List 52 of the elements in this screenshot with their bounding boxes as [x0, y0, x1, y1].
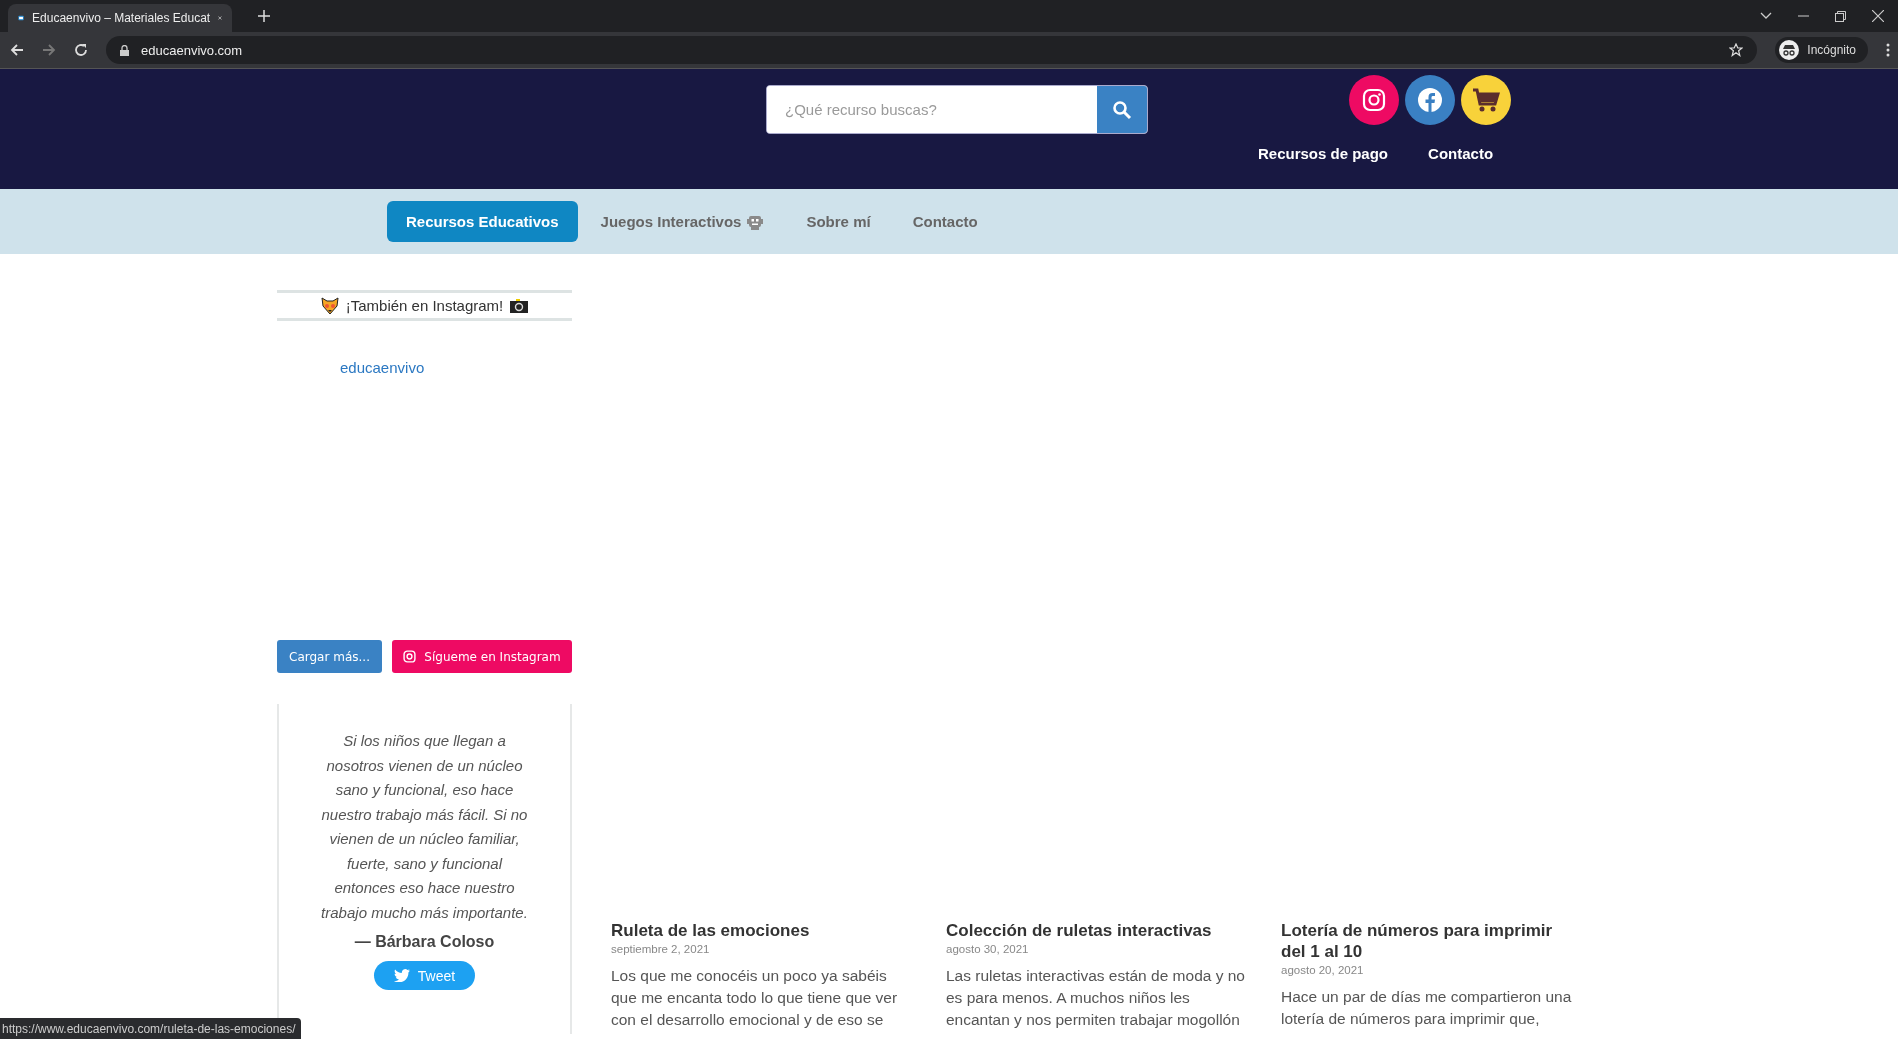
- load-more-button[interactable]: Cargar más...: [277, 640, 382, 673]
- close-window-icon[interactable]: [1872, 10, 1884, 22]
- nav-tab[interactable]: Sobre mí: [787, 201, 890, 242]
- plus-icon[interactable]: [258, 10, 270, 22]
- close-icon[interactable]: [218, 13, 222, 23]
- follow-instagram-button[interactable]: Sígueme en Instagram: [392, 640, 572, 673]
- restore-icon[interactable]: [1835, 10, 1846, 22]
- instagram-icon: [1362, 88, 1387, 112]
- incognito-icon: [1779, 40, 1800, 60]
- instagram-username-link[interactable]: educaenvivo: [340, 359, 572, 376]
- nav-tab[interactable]: Juegos Interactivos: [581, 200, 784, 243]
- forward-arrow-icon[interactable]: [42, 43, 56, 57]
- post-excerpt: Las ruletas interactivas están de moda y no es para menos. A muchos niños les encantan y nos permiten trabajar mogollón: [946, 966, 1246, 1030]
- bird-icon: [393, 969, 410, 982]
- more-vertical-icon[interactable]: [1886, 43, 1890, 57]
- search-icon: [1112, 99, 1132, 120]
- post-date: septiembre 2, 2021: [611, 943, 711, 955]
- camera-icon: [510, 298, 529, 313]
- post-date: agosto 20, 2021: [1281, 964, 1365, 976]
- instagram-heading: ¡También en Instagram!: [345, 297, 504, 314]
- incognito-profile-button[interactable]: Incógnito: [1775, 37, 1868, 63]
- reload-icon[interactable]: [74, 43, 88, 57]
- post-excerpt: Los que me conocéis un poco ya sabéis que me encanta todo lo que tiene que ver con el desarrollo emocional y de eso se: [611, 966, 899, 1030]
- search-field[interactable]: ¿Qué recurso buscas?: [766, 85, 1148, 134]
- instagram-button[interactable]: [1349, 75, 1400, 125]
- facebook-icon: [1417, 87, 1444, 113]
- post-title-link[interactable]: Lotería de números para imprimir del 1 al 10: [1281, 920, 1581, 962]
- quote-author: — Bárbara Coloso: [354, 933, 495, 951]
- post-excerpt: Hace un par de días me compartieron una lotería de números para imprimir que,: [1281, 987, 1573, 1029]
- quote-text: Si los niños que llegan a nosotros vienen de un núcleo sano y funcional, eso hace nuestro trabajo más fácil. Si no vienen de un núcleo familiar, fuerte, sano y funcional entonces eso hace nuestro trabajo mucho más importante.: [320, 731, 529, 923]
- browser-tab[interactable]: Educaenvivo – Materiales Educat: [8, 4, 232, 32]
- header-link[interactable]: Recursos de pago: [1258, 145, 1389, 162]
- header-link[interactable]: Contacto: [1428, 145, 1494, 162]
- cart-icon: [1472, 87, 1501, 113]
- instagram-icon: [403, 650, 417, 663]
- star-icon[interactable]: [1729, 43, 1744, 57]
- post-title-link[interactable]: Colección de ruletas interactivas: [946, 920, 1246, 941]
- address-bar[interactable]: educaenvivo.com: [106, 36, 1758, 64]
- tab-title: Educaenvivo – Materiales Educat: [32, 11, 211, 25]
- fox-face-icon: [320, 296, 339, 315]
- search-button[interactable]: [1097, 86, 1147, 133]
- post-title-link[interactable]: Ruleta de las emociones: [611, 920, 911, 941]
- back-arrow-icon[interactable]: [10, 43, 24, 57]
- nav-tab[interactable]: Recursos Educativos: [387, 201, 578, 242]
- facebook-button[interactable]: [1405, 75, 1456, 125]
- status-url-tooltip: https://www.educaenvivo.com/ruleta-de-las-emociones/: [0, 1018, 302, 1039]
- lock-icon: [120, 44, 129, 56]
- chevron-down-icon[interactable]: [1760, 12, 1772, 20]
- cart-button[interactable]: [1461, 75, 1512, 125]
- post-date: agosto 30, 2021: [946, 943, 1030, 955]
- url-text: educaenvivo.com: [141, 42, 243, 58]
- nav-tab[interactable]: Contacto: [893, 201, 997, 242]
